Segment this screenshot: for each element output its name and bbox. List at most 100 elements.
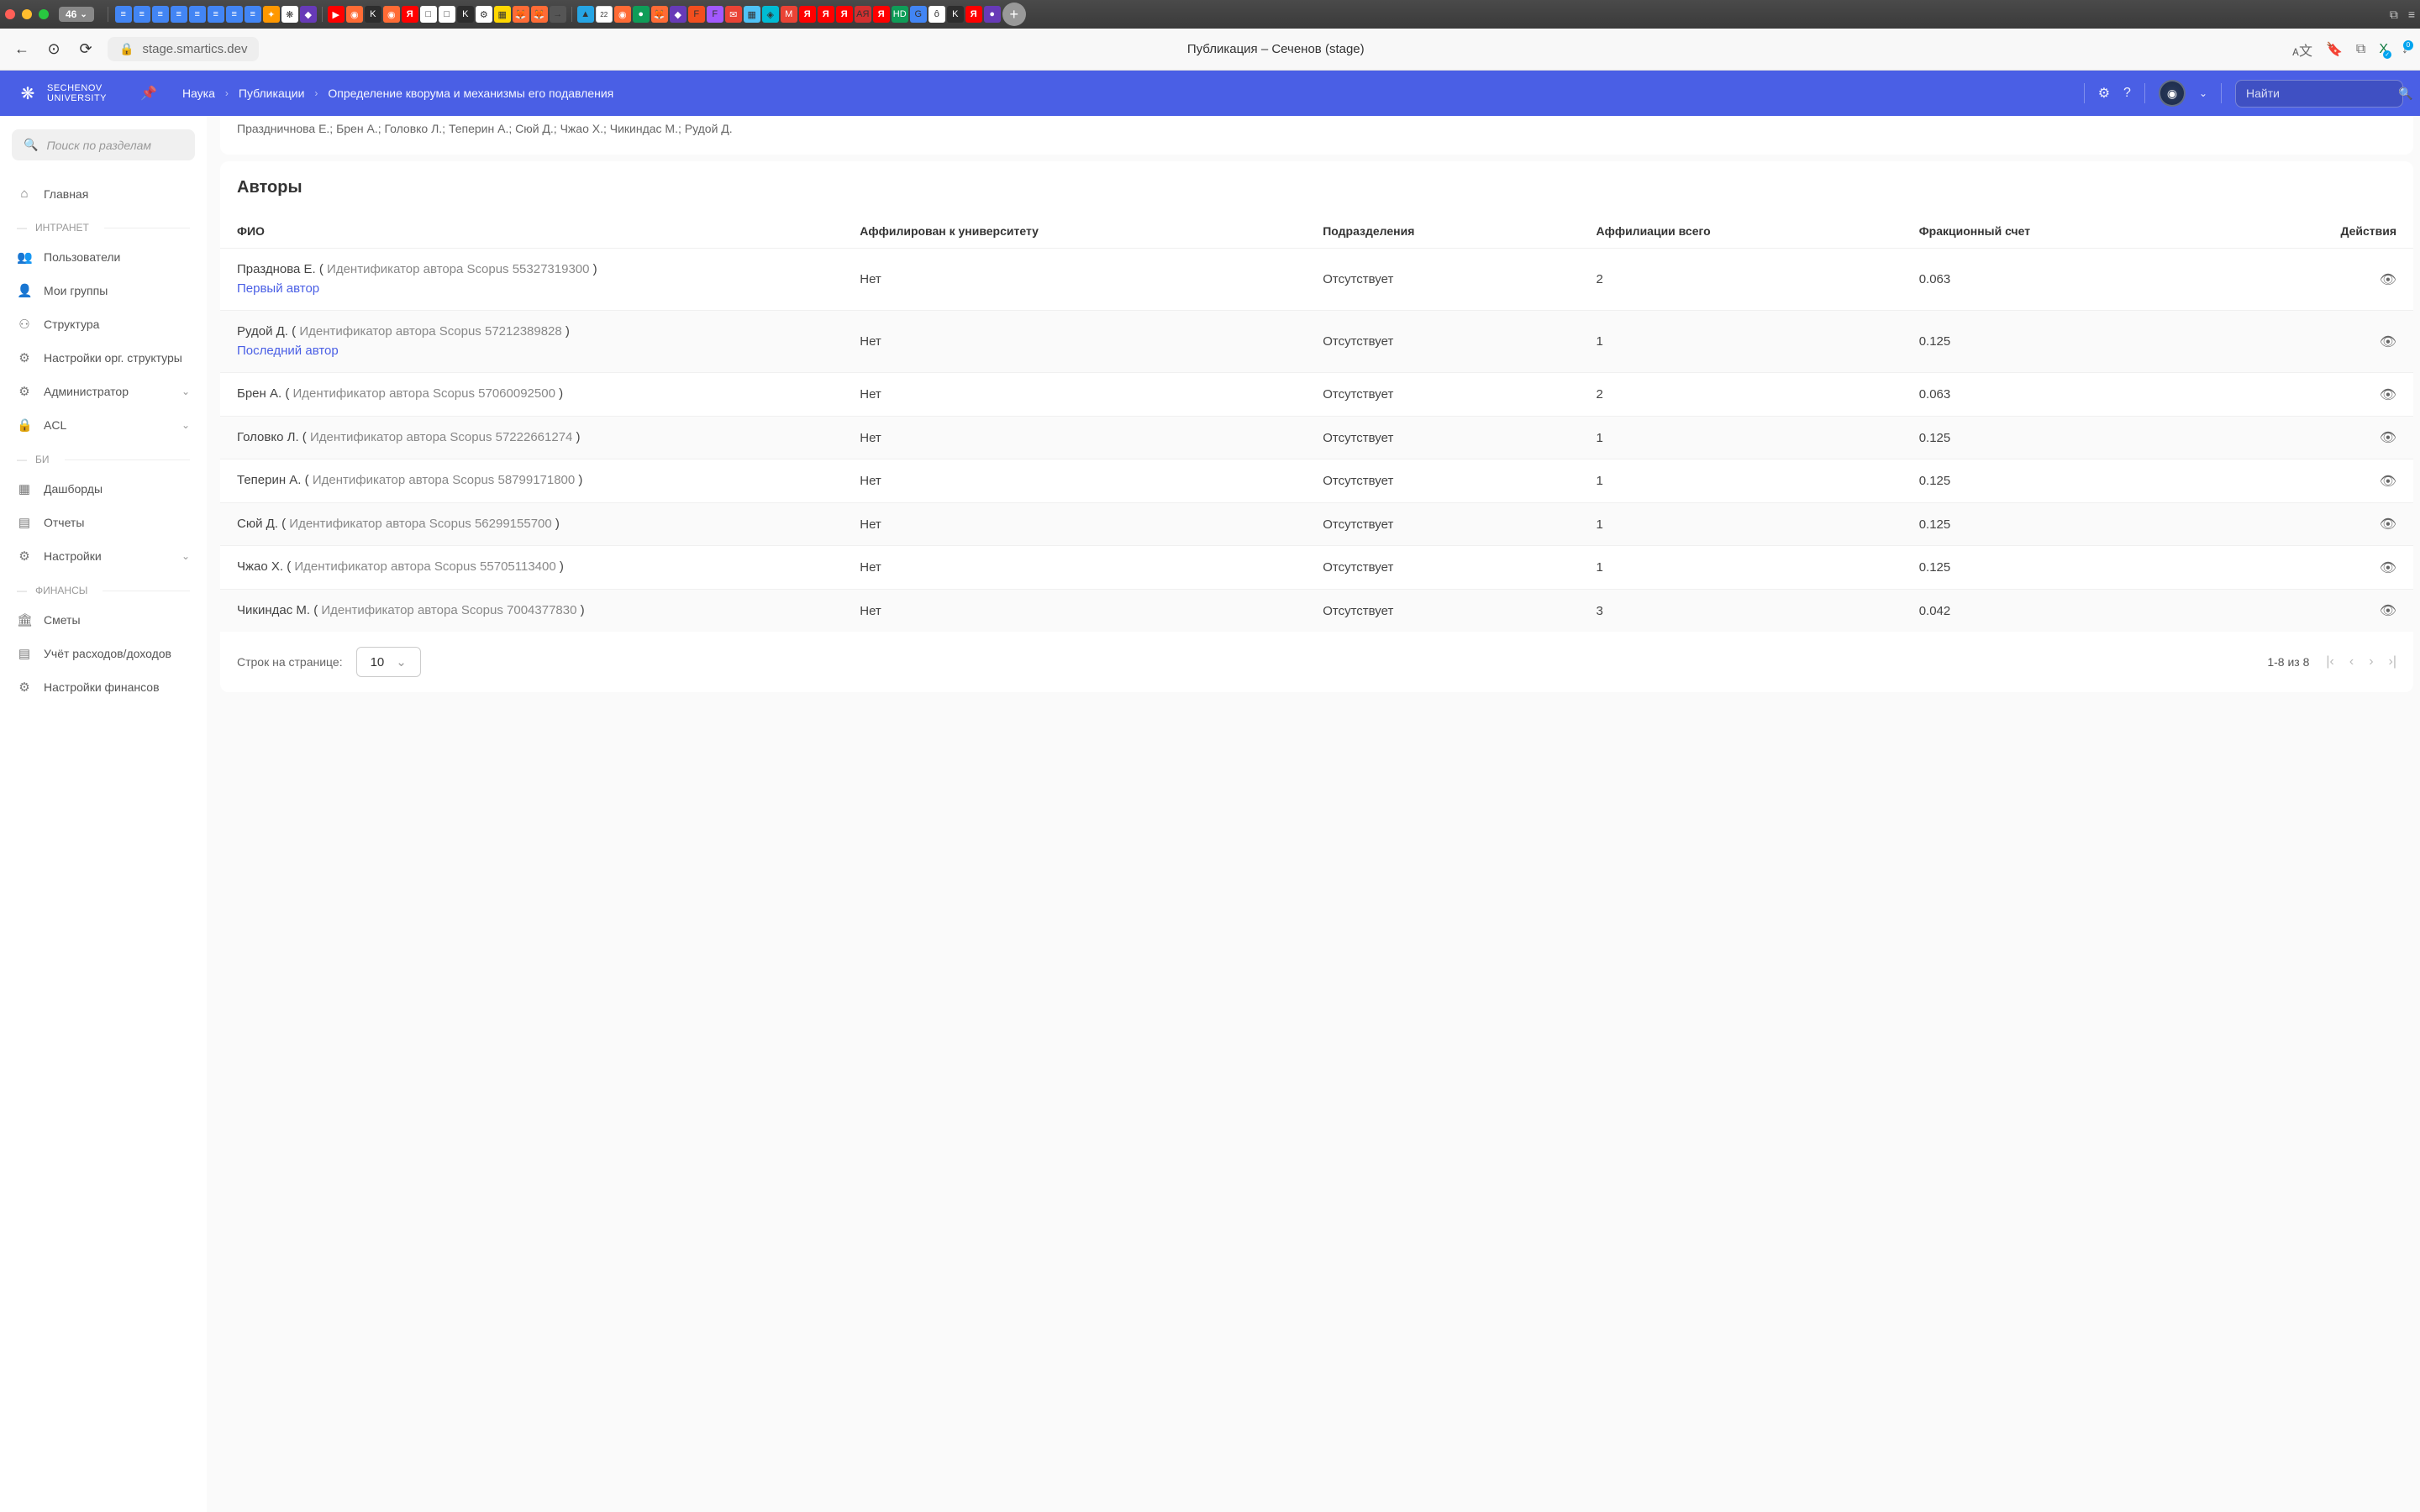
- tab-icon[interactable]: 🦊: [513, 6, 529, 23]
- view-icon[interactable]: 👁: [2380, 604, 2396, 618]
- first-page-button[interactable]: |‹: [2326, 654, 2333, 669]
- sidebar-item-org-settings[interactable]: ⚙ Настройки орг. структуры: [12, 341, 195, 375]
- author-tag[interactable]: Последний автор: [237, 344, 339, 358]
- tab-icon[interactable]: F: [707, 6, 723, 23]
- bookmark-icon[interactable]: 🔖: [2326, 41, 2343, 58]
- view-icon[interactable]: 👁: [2380, 335, 2396, 349]
- global-search[interactable]: 🔍: [2235, 80, 2403, 108]
- logo[interactable]: ❋ SECHENOV UNIVERSITY: [17, 82, 107, 104]
- sidebar-item-dashboards[interactable]: ▦ Дашборды: [12, 472, 195, 506]
- tab-icon[interactable]: ≡: [152, 6, 169, 23]
- tab-icon[interactable]: 🦊: [651, 6, 668, 23]
- sidebar-item-accounting[interactable]: ▤ Учёт расходов/доходов: [12, 637, 195, 670]
- tab-icon[interactable]: M: [781, 6, 797, 23]
- tab-icon[interactable]: Я: [873, 6, 890, 23]
- tab-icon[interactable]: Я: [836, 6, 853, 23]
- view-icon[interactable]: 👁: [2380, 517, 2396, 532]
- help-icon[interactable]: ?: [2123, 86, 2131, 101]
- sidebar-item-admin[interactable]: ⚙ Администратор ⌄: [12, 375, 195, 408]
- downloads-icon[interactable]: ↓0: [2402, 42, 2408, 57]
- tab-icon[interactable]: ◉: [346, 6, 363, 23]
- close-window-icon[interactable]: [5, 9, 15, 19]
- tab-icon[interactable]: ✦: [263, 6, 280, 23]
- tab-icon[interactable]: ◆: [300, 6, 317, 23]
- maximize-window-icon[interactable]: [39, 9, 49, 19]
- reload-button[interactable]: ⟳: [76, 40, 96, 58]
- tab-icon[interactable]: F: [688, 6, 705, 23]
- last-page-button[interactable]: ›|: [2389, 654, 2396, 669]
- sidebar-item-budgets[interactable]: 🏛 Сметы: [12, 603, 195, 637]
- tab-icon[interactable]: ◉: [383, 6, 400, 23]
- new-tab-button[interactable]: +: [1002, 3, 1026, 26]
- tab-icon[interactable]: ⚙: [476, 6, 492, 23]
- prev-page-button[interactable]: ‹: [2349, 654, 2354, 669]
- tab-icon[interactable]: Я: [402, 6, 418, 23]
- page-size-select[interactable]: 10 ⌄: [356, 647, 421, 677]
- view-icon[interactable]: 👁: [2380, 388, 2396, 402]
- tab-icon[interactable]: ●: [633, 6, 650, 23]
- sidebar-item-reports[interactable]: ▤ Отчеты: [12, 506, 195, 539]
- tab-icon[interactable]: □: [420, 6, 437, 23]
- minimize-window-icon[interactable]: [22, 9, 32, 19]
- translate-icon[interactable]: ᴀ文: [2292, 39, 2312, 60]
- sidebar-item-groups[interactable]: 👤 Мои группы: [12, 274, 195, 307]
- tab-icon[interactable]: Я: [965, 6, 982, 23]
- menu-icon[interactable]: ≡: [2408, 8, 2415, 21]
- tab-icon[interactable]: K: [457, 6, 474, 23]
- pin-icon[interactable]: 📌: [140, 85, 157, 102]
- tab-icon[interactable]: ≡: [245, 6, 261, 23]
- excel-extension-icon[interactable]: X✓: [2379, 42, 2388, 57]
- back-button[interactable]: ←: [12, 40, 32, 58]
- sidebar-item-home[interactable]: ⌂ Главная: [12, 177, 195, 210]
- tab-icon[interactable]: ◉: [614, 6, 631, 23]
- settings-icon[interactable]: ⚙: [2098, 85, 2110, 102]
- tab-icon[interactable]: ≡: [226, 6, 243, 23]
- tab-icon[interactable]: ≡: [208, 6, 224, 23]
- tab-icon[interactable]: ▶: [328, 6, 345, 23]
- tab-icon[interactable]: АЯ: [855, 6, 871, 23]
- tab-icon[interactable]: ≡: [115, 6, 132, 23]
- tab-icon[interactable]: 22: [596, 6, 613, 23]
- tabs-overview-icon[interactable]: ⧉: [2390, 8, 2398, 22]
- address-bar[interactable]: 🔒 stage.smartics.dev: [108, 37, 259, 61]
- author-tag[interactable]: Первый автор: [237, 281, 319, 296]
- tab-icon[interactable]: 🦊: [531, 6, 548, 23]
- next-page-button[interactable]: ›: [2369, 654, 2373, 669]
- tab-icon[interactable]: HD: [892, 6, 908, 23]
- tab-icon[interactable]: ▦: [494, 6, 511, 23]
- tab-icon[interactable]: □: [439, 6, 455, 23]
- tab-icon[interactable]: →: [550, 6, 566, 23]
- sidebar-item-finance-settings[interactable]: ⚙ Настройки финансов: [12, 670, 195, 704]
- sidebar-item-bi-settings[interactable]: ⚙ Настройки ⌄: [12, 539, 195, 573]
- tab-icon[interactable]: ▦: [744, 6, 760, 23]
- tab-icon[interactable]: K: [947, 6, 964, 23]
- sidebar-item-acl[interactable]: 🔒 ACL ⌄: [12, 408, 195, 442]
- chevron-down-icon[interactable]: ⌄: [2199, 87, 2207, 99]
- tab-icon[interactable]: ô: [929, 6, 945, 23]
- breadcrumb-item[interactable]: Определение кворума и механизмы его пода…: [328, 87, 613, 100]
- tab-icon[interactable]: ◈: [762, 6, 779, 23]
- sidebar-item-structure[interactable]: ⚇ Структура: [12, 307, 195, 341]
- tab-icon-active[interactable]: ❋: [281, 6, 298, 23]
- tab-icon[interactable]: ≡: [134, 6, 150, 23]
- view-icon[interactable]: 👁: [2380, 561, 2396, 575]
- home-button[interactable]: ⊙: [44, 40, 64, 58]
- tab-icon[interactable]: ≡: [171, 6, 187, 23]
- sidebar-search-input[interactable]: [46, 139, 198, 152]
- tab-icon[interactable]: ≡: [189, 6, 206, 23]
- view-icon[interactable]: 👁: [2380, 273, 2396, 287]
- tab-icon[interactable]: ●: [984, 6, 1001, 23]
- tab-icon[interactable]: G: [910, 6, 927, 23]
- sidebar-search[interactable]: 🔍: [12, 129, 195, 160]
- search-input[interactable]: [2246, 87, 2398, 100]
- breadcrumb-item[interactable]: Публикации: [239, 87, 304, 100]
- extensions-icon[interactable]: ⧉: [2356, 42, 2365, 57]
- view-icon[interactable]: 👁: [2380, 475, 2396, 489]
- breadcrumb-item[interactable]: Наука: [182, 87, 215, 100]
- tab-icon[interactable]: ◆: [670, 6, 687, 23]
- tab-icon[interactable]: ✉: [725, 6, 742, 23]
- view-icon[interactable]: 👁: [2380, 431, 2396, 445]
- tab-count-badge[interactable]: 46: [59, 7, 94, 22]
- tab-icon[interactable]: ▲: [577, 6, 594, 23]
- tab-icon[interactable]: Я: [799, 6, 816, 23]
